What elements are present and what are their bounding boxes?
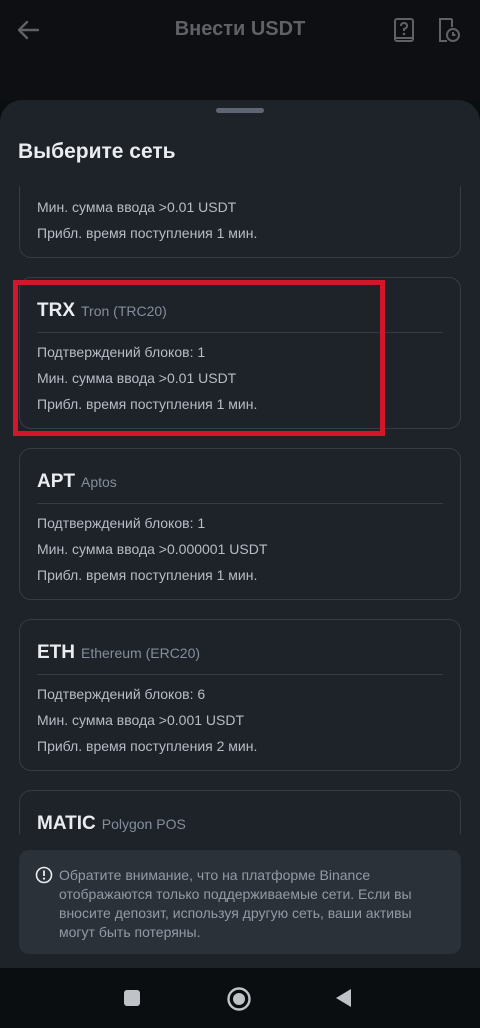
warning-notice: Обратите внимание, что на платформе Bina… xyxy=(19,850,461,954)
sheet-title: Выберите сеть xyxy=(18,140,176,163)
question-book-icon[interactable] xyxy=(390,16,418,44)
info-circle-icon xyxy=(35,866,53,884)
divider xyxy=(37,674,443,675)
network-code: TRX xyxy=(37,300,75,321)
screen: Внести USDT Выберите сеть Мин. сумма вво… xyxy=(0,0,480,1028)
arrival-time: Прибл. время поступления 1 мин. xyxy=(37,396,258,412)
network-select-sheet: Выберите сеть Мин. сумма ввода >0.01 USD… xyxy=(0,100,480,968)
confirmations: Подтверждений блоков: 1 xyxy=(37,515,206,531)
network-header: MATIC Polygon POS xyxy=(37,813,186,834)
min-deposit: Мин. сумма ввода >0.01 USDT xyxy=(37,370,237,386)
network-header: APT Aptos xyxy=(37,471,117,495)
square-recents-icon[interactable] xyxy=(120,986,144,1010)
divider xyxy=(37,332,443,333)
arrival-time: Прибл. время поступления 2 мин. xyxy=(37,738,258,754)
network-code: APT xyxy=(37,471,75,492)
history-doc-icon[interactable] xyxy=(434,16,462,44)
network-code: MATIC xyxy=(37,813,96,834)
arrival-time: Прибл. время поступления 1 мин. xyxy=(37,567,258,583)
divider xyxy=(37,503,443,504)
network-card-eth[interactable]: ETH Ethereum (ERC20) Подтверждений блоко… xyxy=(19,619,461,771)
app-bar: Внести USDT xyxy=(0,0,480,100)
triangle-back-icon[interactable] xyxy=(332,986,356,1010)
min-deposit: Мин. сумма ввода >0.01 USDT xyxy=(37,199,237,215)
network-header: ETH Ethereum (ERC20) xyxy=(37,642,200,666)
system-nav-bar xyxy=(0,968,480,1028)
network-card-trx[interactable]: TRX Tron (TRC20) Подтверждений блоков: 1… xyxy=(19,277,461,429)
min-deposit: Мин. сумма ввода >0.001 USDT xyxy=(37,712,245,728)
network-code: ETH xyxy=(37,642,75,663)
confirmations: Подтверждений блоков: 1 xyxy=(37,344,206,360)
network-list[interactable]: Мин. сумма ввода >0.01 USDT Прибл. время… xyxy=(0,186,480,834)
notice-text: Обратите внимание, что на платформе Bina… xyxy=(59,867,412,940)
confirmations: Подтверждений блоков: 6 xyxy=(37,686,206,702)
arrival-time: Прибл. время поступления 1 мин. xyxy=(37,225,258,241)
network-card-partial[interactable]: Мин. сумма ввода >0.01 USDT Прибл. время… xyxy=(19,186,461,258)
network-card-matic[interactable]: MATIC Polygon POS xyxy=(19,790,461,834)
network-name: Ethereum (ERC20) xyxy=(81,645,201,661)
circle-home-icon[interactable] xyxy=(226,986,251,1011)
network-header: TRX Tron (TRC20) xyxy=(37,300,167,324)
min-deposit: Мин. сумма ввода >0.000001 USDT xyxy=(37,541,268,557)
network-name: Aptos xyxy=(81,474,117,490)
drag-handle[interactable] xyxy=(216,108,264,113)
network-name: Tron (TRC20) xyxy=(81,303,167,319)
network-card-apt[interactable]: APT Aptos Подтверждений блоков: 1 Мин. с… xyxy=(19,448,461,600)
network-name: Polygon POS xyxy=(101,816,186,832)
